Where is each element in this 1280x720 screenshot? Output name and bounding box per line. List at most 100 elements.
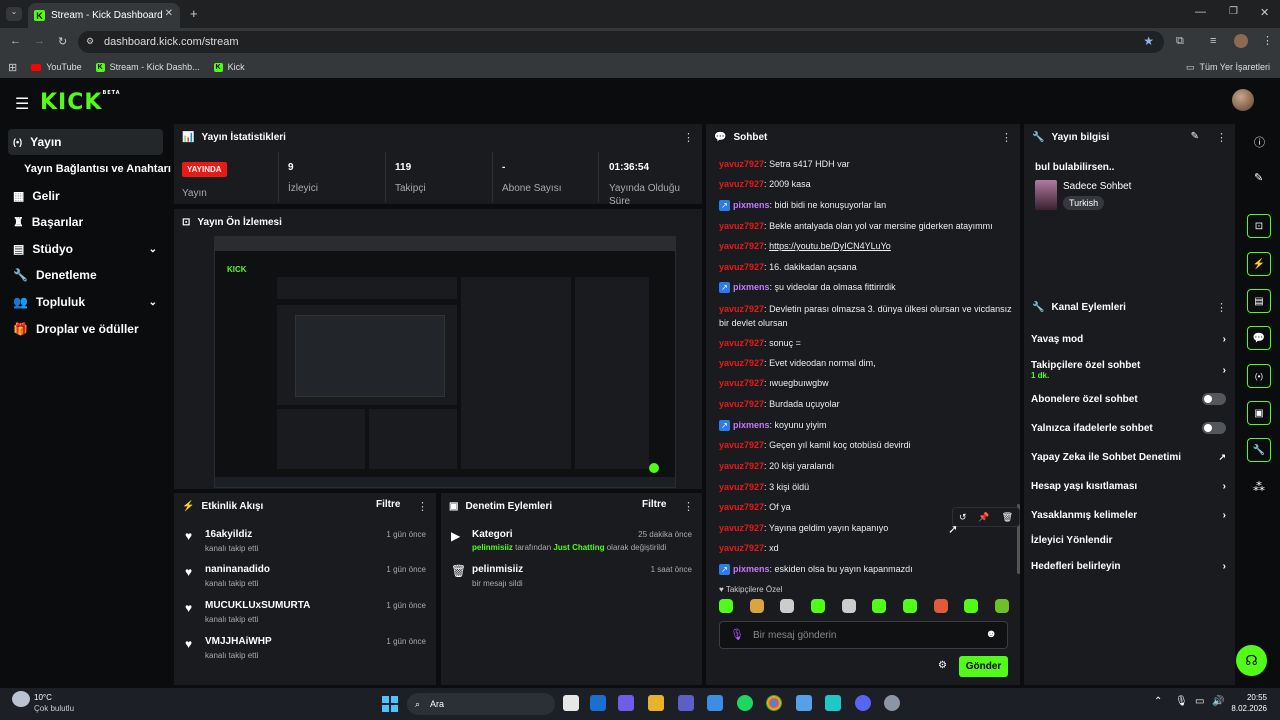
apps-icon[interactable]: ⁂ [1253,480,1265,494]
chat-username[interactable]: pixmens [733,564,770,574]
filter-button[interactable]: Filtre [376,499,400,510]
discord-icon[interactable] [855,695,871,711]
chat-username[interactable]: yavuz7927 [719,338,764,348]
mic-tray-icon[interactable]: 🎙 [1175,696,1188,707]
more-options-icon[interactable]: ⋮ [683,131,694,144]
sidebar-item-topluluk[interactable]: 👥 Topluluk ⌄ [8,289,163,315]
emote-only-row[interactable]: Yalnızca ifadelerle sohbet [1031,422,1226,434]
chat-message[interactable]: yavuz7927: Setra s417 HDH var [719,157,1014,171]
chat-message[interactable]: yavuz7927: 16. dakikadan açsana [719,260,1014,274]
app-icon[interactable] [825,695,841,711]
chat-username[interactable]: yavuz7927 [719,461,764,471]
emote-icon[interactable] [994,599,1009,613]
ai-moderation-row[interactable]: Yapay Zeka ile Sohbet Denetimi ↗ [1031,452,1226,463]
chat-message[interactable]: ↗ pixmens: şu videolar da olmasa fittirir… [719,280,1014,294]
rail-activity-button[interactable]: ⚡ [1247,252,1271,276]
new-tab-icon[interactable]: + [190,6,198,21]
mic-icon[interactable]: 🎙 [730,628,744,641]
chat-message[interactable]: ↗ pixmens: eskiden olsa bu yayın kapanmaz… [719,562,1014,576]
tray-chevron-icon[interactable]: ⌃ [1154,696,1162,707]
chat-message[interactable]: yavuz7927: Bekle antalyada olan yol var … [719,219,1014,233]
browser-menu-icon[interactable]: ⋮ [1262,34,1273,47]
more-options-icon[interactable]: ⋮ [1216,301,1227,314]
chat-username[interactable]: yavuz7927 [719,159,764,169]
edit-icon[interactable]: ✎ [1191,131,1199,142]
chat-username[interactable]: pixmens [733,420,770,430]
send-button[interactable]: Gönder [959,656,1008,677]
pin-icon[interactable]: 📌 [978,512,989,523]
stream-preview-video[interactable]: KICK [214,236,676,488]
extensions-icon[interactable]: ⧉ [1176,35,1184,48]
chat-message[interactable]: yavuz7927: Devletin parası olmazsa 3. dü… [719,302,1014,330]
emoji-icon[interactable]: ☻ [985,628,997,640]
emote-icon[interactable] [719,599,733,613]
chat-username[interactable]: yavuz7927 [719,262,764,272]
chat-message[interactable]: yavuz7927: 2009 kasa [719,177,1014,191]
emote-icon[interactable] [872,599,887,613]
emote-icon[interactable] [749,599,764,613]
kick-logo[interactable]: KICKBETA [40,90,121,115]
sidebar-item-stream-key[interactable]: Yayın Bağlantısı ve Anahtarı [19,156,174,182]
chat-username[interactable]: yavuz7927 [719,304,764,314]
settings-icon[interactable] [884,695,900,711]
chat-text[interactable]: https://youtu.be/DyICN4YLuYo [769,241,891,251]
emote-only-toggle[interactable] [1202,422,1226,434]
rail-moderation-button[interactable]: ▣ [1247,401,1271,425]
bookmark-kick[interactable]: K Kick [213,62,245,72]
emote-icon[interactable] [780,599,795,613]
chat-message[interactable]: yavuz7927: 3 kişi öldü [719,480,1014,494]
rail-preview-button[interactable]: ⊡ [1247,214,1271,238]
app-icon[interactable] [796,695,812,711]
rail-broadcast-button[interactable]: (•) [1247,364,1271,388]
apps-grid-icon[interactable]: ⊞ [8,61,17,74]
delete-icon[interactable]: 🗑 [1002,512,1013,523]
copilot-icon[interactable] [618,695,634,711]
rail-chat-button[interactable]: 💬 [1247,326,1271,350]
maximize-icon[interactable]: ❐ [1229,6,1238,17]
sidebar-item-gelir[interactable]: ▦ Gelir [8,183,163,209]
sidebar-item-basarilar[interactable]: ♜ Başarılar [8,209,163,235]
task-view-icon[interactable] [563,695,579,711]
emote-icon[interactable] [933,599,948,613]
chat-message[interactable]: ↗ pixmens: koyunu yiyim [719,418,1014,432]
sidebar-item-droplar[interactable]: 🎁 Droplar ve ödüller [8,316,163,342]
bookmark-star-icon[interactable]: ★ [1143,34,1154,48]
goals-row[interactable]: Hedefleri belirleyin › [1031,561,1226,572]
site-info-icon[interactable]: ⚙ [86,36,94,47]
media-icon[interactable]: ≡ [1210,35,1216,47]
chat-message[interactable]: yavuz7927: https://youtu.be/DyICN4YLuYo [719,239,1014,253]
volume-icon[interactable]: 🔊 [1212,696,1224,707]
info-icon[interactable]: ⓘ [1254,134,1265,150]
chat-message[interactable]: yavuz7927: xd [719,541,1014,555]
network-icon[interactable]: ▭ [1195,696,1204,707]
raid-row[interactable]: İzleyici Yönlendir [1031,535,1226,546]
subscriber-only-row[interactable]: Abonelere özel sohbet [1031,393,1226,405]
more-options-icon[interactable]: ⋮ [1001,131,1012,144]
taskbar-search[interactable]: ⌕ Ara [407,693,555,715]
clock-time[interactable]: 20:55 [1231,693,1267,702]
chat-message[interactable]: yavuz7927: ıwuegbuıwgbw [719,376,1014,390]
back-icon[interactable]: ← [10,35,21,47]
store-icon[interactable] [707,695,723,711]
spotify-icon[interactable] [737,695,753,711]
explorer-icon[interactable] [648,695,664,711]
chat-username[interactable]: yavuz7927 [719,523,764,533]
chrome-icon[interactable] [766,695,782,711]
forward-icon[interactable]: → [34,35,45,47]
help-headset-button[interactable]: ☊ [1236,645,1267,676]
chat-username[interactable]: yavuz7927 [719,399,764,409]
hamburger-menu-icon[interactable]: ☰ [15,94,29,114]
bookmark-kick-dashboard[interactable]: K Stream - Kick Dashb... [95,62,200,72]
chat-username[interactable]: yavuz7927 [719,378,764,388]
chat-message[interactable]: yavuz7927: Geçen yıl kamil koç otobüsü d… [719,438,1014,452]
emote-icon[interactable] [841,599,856,613]
sidebar-item-denetleme[interactable]: 🔧 Denetleme [8,262,163,288]
account-age-row[interactable]: Hesap yaşı kısıtlaması › [1031,481,1226,492]
browser-tab[interactable]: K Stream - Kick Dashboard ✕ [28,3,180,28]
chat-username[interactable]: yavuz7927 [719,241,764,251]
filter-button[interactable]: Filtre [642,499,666,510]
sidebar-item-yayin[interactable]: (•) Yayın [8,129,163,155]
more-options-icon[interactable]: ⋮ [683,500,694,513]
chat-username[interactable]: yavuz7927 [719,543,764,553]
reload-icon[interactable]: ↻ [58,35,67,48]
